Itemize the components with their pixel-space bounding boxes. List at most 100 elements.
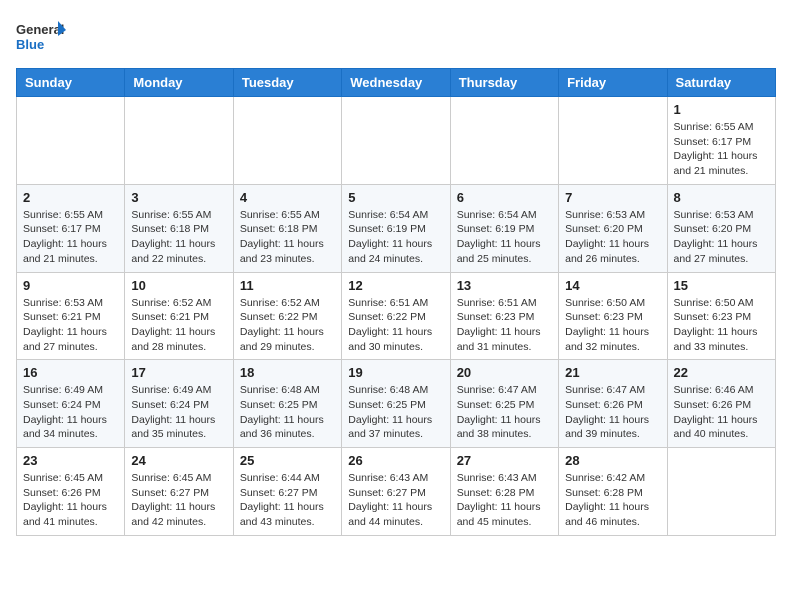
day-number: 21 <box>565 365 660 380</box>
day-info: Sunrise: 6:44 AM Sunset: 6:27 PM Dayligh… <box>240 471 335 530</box>
calendar-week-row: 23 Sunrise: 6:45 AM Sunset: 6:26 PM Dayli… <box>17 448 776 536</box>
day-info: Sunrise: 6:53 AM Sunset: 6:21 PM Dayligh… <box>23 296 118 355</box>
weekday-header-friday: Friday <box>559 69 667 97</box>
logo: GeneralBlue <box>16 16 66 56</box>
calendar-cell: 25 Sunrise: 6:44 AM Sunset: 6:27 PM Dayli… <box>233 448 341 536</box>
weekday-header-thursday: Thursday <box>450 69 558 97</box>
calendar-cell: 9 Sunrise: 6:53 AM Sunset: 6:21 PM Daylig… <box>17 272 125 360</box>
day-number: 6 <box>457 190 552 205</box>
day-info: Sunrise: 6:45 AM Sunset: 6:27 PM Dayligh… <box>131 471 226 530</box>
calendar-cell: 28 Sunrise: 6:42 AM Sunset: 6:28 PM Dayli… <box>559 448 667 536</box>
calendar-cell: 17 Sunrise: 6:49 AM Sunset: 6:24 PM Dayli… <box>125 360 233 448</box>
weekday-header-monday: Monday <box>125 69 233 97</box>
weekday-header-wednesday: Wednesday <box>342 69 450 97</box>
calendar-cell <box>342 97 450 185</box>
day-info: Sunrise: 6:50 AM Sunset: 6:23 PM Dayligh… <box>674 296 769 355</box>
day-info: Sunrise: 6:42 AM Sunset: 6:28 PM Dayligh… <box>565 471 660 530</box>
day-number: 12 <box>348 278 443 293</box>
day-info: Sunrise: 6:50 AM Sunset: 6:23 PM Dayligh… <box>565 296 660 355</box>
day-number: 24 <box>131 453 226 468</box>
day-info: Sunrise: 6:54 AM Sunset: 6:19 PM Dayligh… <box>348 208 443 267</box>
day-number: 13 <box>457 278 552 293</box>
day-info: Sunrise: 6:51 AM Sunset: 6:22 PM Dayligh… <box>348 296 443 355</box>
calendar-cell: 10 Sunrise: 6:52 AM Sunset: 6:21 PM Dayli… <box>125 272 233 360</box>
calendar-cell: 22 Sunrise: 6:46 AM Sunset: 6:26 PM Dayli… <box>667 360 775 448</box>
calendar-week-row: 9 Sunrise: 6:53 AM Sunset: 6:21 PM Daylig… <box>17 272 776 360</box>
day-number: 11 <box>240 278 335 293</box>
logo-svg: GeneralBlue <box>16 16 66 56</box>
calendar-week-row: 2 Sunrise: 6:55 AM Sunset: 6:17 PM Daylig… <box>17 184 776 272</box>
calendar-cell: 24 Sunrise: 6:45 AM Sunset: 6:27 PM Dayli… <box>125 448 233 536</box>
calendar-cell: 2 Sunrise: 6:55 AM Sunset: 6:17 PM Daylig… <box>17 184 125 272</box>
calendar-cell <box>233 97 341 185</box>
calendar-cell: 7 Sunrise: 6:53 AM Sunset: 6:20 PM Daylig… <box>559 184 667 272</box>
weekday-header-saturday: Saturday <box>667 69 775 97</box>
day-number: 1 <box>674 102 769 117</box>
calendar-cell: 13 Sunrise: 6:51 AM Sunset: 6:23 PM Dayli… <box>450 272 558 360</box>
calendar-cell: 12 Sunrise: 6:51 AM Sunset: 6:22 PM Dayli… <box>342 272 450 360</box>
calendar-cell: 15 Sunrise: 6:50 AM Sunset: 6:23 PM Dayli… <box>667 272 775 360</box>
day-number: 10 <box>131 278 226 293</box>
day-number: 18 <box>240 365 335 380</box>
day-number: 7 <box>565 190 660 205</box>
day-info: Sunrise: 6:55 AM Sunset: 6:18 PM Dayligh… <box>240 208 335 267</box>
day-info: Sunrise: 6:55 AM Sunset: 6:17 PM Dayligh… <box>674 120 769 179</box>
day-info: Sunrise: 6:47 AM Sunset: 6:25 PM Dayligh… <box>457 383 552 442</box>
calendar-cell: 4 Sunrise: 6:55 AM Sunset: 6:18 PM Daylig… <box>233 184 341 272</box>
calendar-cell: 5 Sunrise: 6:54 AM Sunset: 6:19 PM Daylig… <box>342 184 450 272</box>
day-number: 15 <box>674 278 769 293</box>
day-info: Sunrise: 6:46 AM Sunset: 6:26 PM Dayligh… <box>674 383 769 442</box>
weekday-header-tuesday: Tuesday <box>233 69 341 97</box>
calendar-cell <box>17 97 125 185</box>
weekday-header-sunday: Sunday <box>17 69 125 97</box>
day-info: Sunrise: 6:53 AM Sunset: 6:20 PM Dayligh… <box>674 208 769 267</box>
day-info: Sunrise: 6:52 AM Sunset: 6:22 PM Dayligh… <box>240 296 335 355</box>
day-number: 17 <box>131 365 226 380</box>
day-info: Sunrise: 6:45 AM Sunset: 6:26 PM Dayligh… <box>23 471 118 530</box>
calendar-cell: 21 Sunrise: 6:47 AM Sunset: 6:26 PM Dayli… <box>559 360 667 448</box>
day-number: 23 <box>23 453 118 468</box>
day-number: 19 <box>348 365 443 380</box>
calendar-cell: 20 Sunrise: 6:47 AM Sunset: 6:25 PM Dayli… <box>450 360 558 448</box>
header: GeneralBlue <box>16 16 776 56</box>
day-number: 28 <box>565 453 660 468</box>
calendar-week-row: 1 Sunrise: 6:55 AM Sunset: 6:17 PM Daylig… <box>17 97 776 185</box>
day-number: 14 <box>565 278 660 293</box>
day-number: 8 <box>674 190 769 205</box>
weekday-header-row: SundayMondayTuesdayWednesdayThursdayFrid… <box>17 69 776 97</box>
calendar-cell: 18Sunrise: 6:48 AM Sunset: 6:25 PM Dayli… <box>233 360 341 448</box>
day-info: Sunrise: 6:55 AM Sunset: 6:17 PM Dayligh… <box>23 208 118 267</box>
day-info: Sunrise: 6:43 AM Sunset: 6:27 PM Dayligh… <box>348 471 443 530</box>
day-info: Sunrise: 6:49 AM Sunset: 6:24 PM Dayligh… <box>131 383 226 442</box>
day-number: 3 <box>131 190 226 205</box>
day-number: 16 <box>23 365 118 380</box>
day-number: 5 <box>348 190 443 205</box>
calendar-week-row: 16 Sunrise: 6:49 AM Sunset: 6:24 PM Dayli… <box>17 360 776 448</box>
calendar-cell: 3 Sunrise: 6:55 AM Sunset: 6:18 PM Daylig… <box>125 184 233 272</box>
calendar-cell <box>450 97 558 185</box>
day-info: Sunrise: 6:55 AM Sunset: 6:18 PM Dayligh… <box>131 208 226 267</box>
calendar-cell: 8 Sunrise: 6:53 AM Sunset: 6:20 PM Daylig… <box>667 184 775 272</box>
day-info: Sunrise: 6:47 AM Sunset: 6:26 PM Dayligh… <box>565 383 660 442</box>
day-info: Sunrise: 6:51 AM Sunset: 6:23 PM Dayligh… <box>457 296 552 355</box>
day-number: 22 <box>674 365 769 380</box>
day-info: Sunrise: 6:43 AM Sunset: 6:28 PM Dayligh… <box>457 471 552 530</box>
calendar-cell: 6 Sunrise: 6:54 AM Sunset: 6:19 PM Daylig… <box>450 184 558 272</box>
day-info: Sunrise: 6:53 AM Sunset: 6:20 PM Dayligh… <box>565 208 660 267</box>
day-info: Sunrise: 6:52 AM Sunset: 6:21 PM Dayligh… <box>131 296 226 355</box>
calendar-cell: 26Sunrise: 6:43 AM Sunset: 6:27 PM Dayli… <box>342 448 450 536</box>
day-number: 25 <box>240 453 335 468</box>
day-number: 2 <box>23 190 118 205</box>
day-number: 9 <box>23 278 118 293</box>
calendar-cell: 19 Sunrise: 6:48 AM Sunset: 6:25 PM Dayli… <box>342 360 450 448</box>
calendar-cell <box>667 448 775 536</box>
day-number: 4 <box>240 190 335 205</box>
day-number: 27 <box>457 453 552 468</box>
day-number: 20 <box>457 365 552 380</box>
calendar-cell: 1 Sunrise: 6:55 AM Sunset: 6:17 PM Daylig… <box>667 97 775 185</box>
calendar-table: SundayMondayTuesdayWednesdayThursdayFrid… <box>16 68 776 536</box>
calendar-cell: 16Sunrise: 6:49 AM Sunset: 6:24 PM Dayli… <box>17 360 125 448</box>
calendar-cell <box>559 97 667 185</box>
day-info: Sunrise: 6:54 AM Sunset: 6:19 PM Dayligh… <box>457 208 552 267</box>
day-info: Sunrise: 6:48 AM Sunset: 6:25 PM Dayligh… <box>348 383 443 442</box>
